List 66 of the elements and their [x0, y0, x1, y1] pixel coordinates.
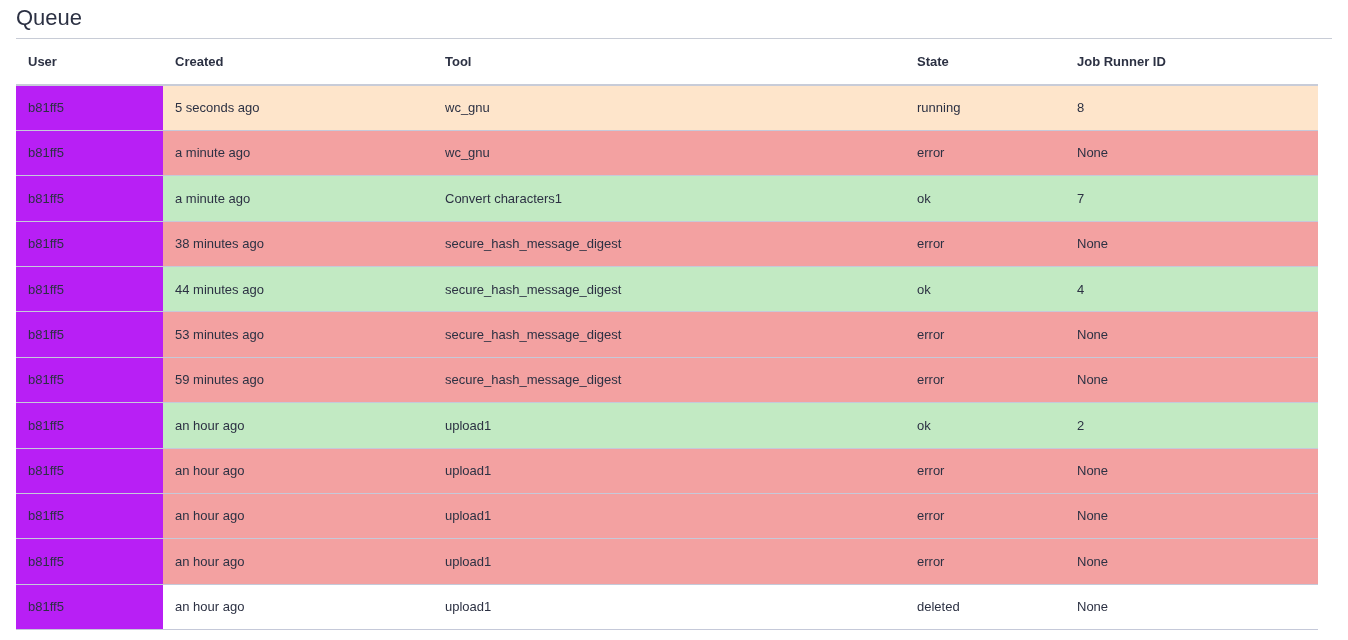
table-cell: 8: [1065, 85, 1318, 131]
table-cell: deleted: [905, 584, 1065, 630]
user-cell: b81ff5: [16, 130, 163, 176]
table-cell: secure_hash_message_digest: [433, 266, 905, 312]
table-cell: error: [905, 538, 1065, 585]
column-header: State: [905, 39, 1065, 85]
table-cell: None: [1065, 584, 1318, 630]
user-cell: b81ff5: [16, 85, 163, 131]
user-cell: b81ff5: [16, 448, 163, 494]
table-cell: upload1: [433, 538, 905, 585]
table-cell: 2: [1065, 402, 1318, 449]
table-cell: an hour ago: [163, 493, 433, 539]
table-cell: a minute ago: [163, 175, 433, 222]
table-cell: None: [1065, 538, 1318, 585]
column-header: Job Runner ID: [1065, 39, 1318, 85]
table-cell: ok: [905, 175, 1065, 222]
page-title: Queue: [16, 4, 84, 32]
table-cell: ok: [905, 402, 1065, 449]
table-cell: running: [905, 85, 1065, 131]
user-cell: b81ff5: [16, 175, 163, 222]
table-cell: 38 minutes ago: [163, 221, 433, 267]
table-cell: 5 seconds ago: [163, 85, 433, 131]
table-cell: None: [1065, 493, 1318, 539]
user-cell: b81ff5: [16, 402, 163, 449]
table-cell: upload1: [433, 448, 905, 494]
table-cell: error: [905, 130, 1065, 176]
table-cell: 59 minutes ago: [163, 357, 433, 403]
table-cell: None: [1065, 448, 1318, 494]
table-cell: 53 minutes ago: [163, 311, 433, 358]
column-header: Tool: [433, 39, 905, 85]
table-cell: error: [905, 311, 1065, 358]
table-cell: wc_gnu: [433, 85, 905, 131]
table-cell: None: [1065, 130, 1318, 176]
column-header: User: [16, 39, 163, 85]
table-cell: error: [905, 448, 1065, 494]
user-cell: b81ff5: [16, 221, 163, 267]
table-cell: None: [1065, 357, 1318, 403]
user-cell: b81ff5: [16, 266, 163, 312]
user-cell: b81ff5: [16, 584, 163, 630]
table-cell: 4: [1065, 266, 1318, 312]
table-cell: an hour ago: [163, 538, 433, 585]
table-cell: secure_hash_message_digest: [433, 311, 905, 358]
table-cell: upload1: [433, 402, 905, 449]
table-cell: an hour ago: [163, 584, 433, 630]
table-cell: wc_gnu: [433, 130, 905, 176]
table-cell: secure_hash_message_digest: [433, 357, 905, 403]
table-cell: a minute ago: [163, 130, 433, 176]
table-cell: error: [905, 221, 1065, 267]
table-cell: upload1: [433, 584, 905, 630]
table-cell: Convert characters1: [433, 175, 905, 222]
table-cell: an hour ago: [163, 448, 433, 494]
table-cell: error: [905, 493, 1065, 539]
table-cell: 44 minutes ago: [163, 266, 433, 312]
table-cell: None: [1065, 221, 1318, 267]
table-cell: None: [1065, 311, 1318, 358]
user-cell: b81ff5: [16, 538, 163, 585]
column-header: Created: [163, 39, 433, 85]
user-cell: b81ff5: [16, 311, 163, 358]
table-cell: error: [905, 357, 1065, 403]
user-cell: b81ff5: [16, 493, 163, 539]
table-cell: ok: [905, 266, 1065, 312]
table-cell: 7: [1065, 175, 1318, 222]
table-cell: an hour ago: [163, 402, 433, 449]
table-cell: upload1: [433, 493, 905, 539]
user-cell: b81ff5: [16, 357, 163, 403]
table-cell: secure_hash_message_digest: [433, 221, 905, 267]
